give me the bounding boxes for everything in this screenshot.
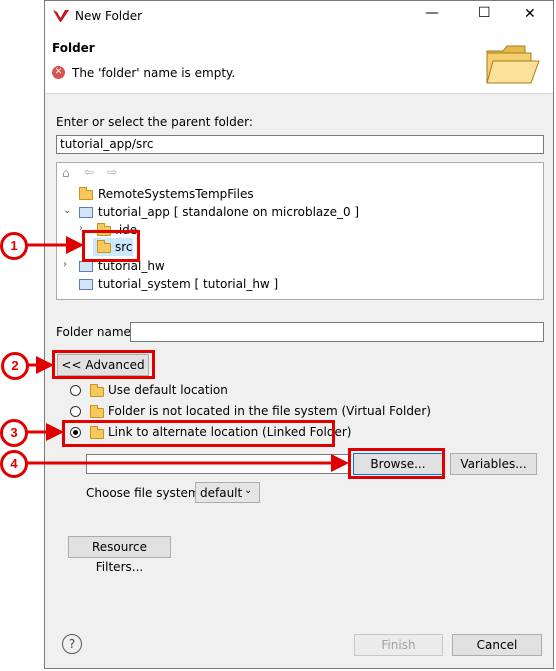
callout-2: 2 — [1, 352, 29, 380]
callout-4: 4 — [0, 450, 28, 478]
callout-3: 3 — [0, 419, 28, 447]
callout-1: 1 — [0, 232, 28, 260]
annotation-arrows — [24, 236, 349, 472]
